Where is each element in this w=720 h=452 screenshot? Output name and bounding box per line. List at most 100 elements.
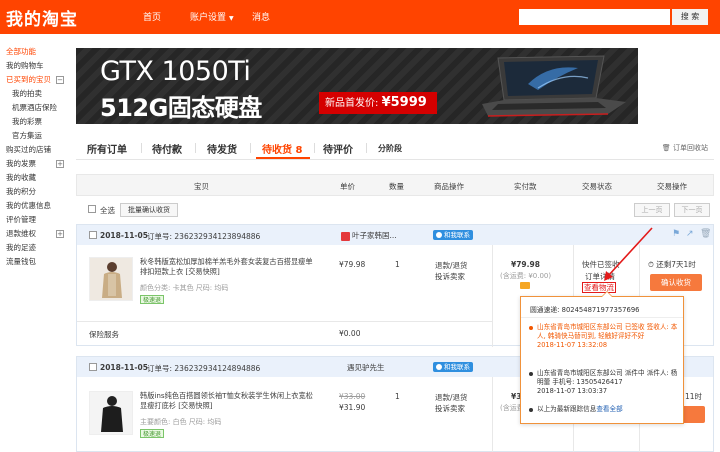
trash-icon: 🗑 [661,144,671,152]
col-price: 单价 [340,182,355,191]
batch-bar: 全选 批量确认收货 上一页 下一页 [76,202,714,218]
sidebar-item-label: 评价管理 [6,215,36,224]
popup-divider [521,317,683,318]
popup-pointer-inner [602,292,612,297]
search-input[interactable] [519,9,670,25]
sidebar-item[interactable]: 评价管理 [0,213,70,227]
tab-all-orders[interactable]: 所有订单 [87,141,127,156]
select-all-label: 全选 [100,206,115,215]
sidebar-item[interactable]: 我的购物车 [0,59,70,73]
card-icon [520,282,530,289]
select-all-checkbox[interactable] [88,205,96,213]
sidebar-item[interactable]: 流量钱包 [0,255,70,269]
timeline-dot-icon [529,408,533,412]
unit-price: ¥31.90 [339,403,366,412]
tracking-event-text: 山东省青岛市城阳区东部公司 已签收 签收人: 本人, 韩骑快马替司到, 轻触好评… [537,323,678,340]
sidebar-item[interactable]: 我的积分 [0,185,70,199]
refund-link[interactable]: 退款/退货 [435,260,468,271]
sidebar-item-label: 机票酒店保险 [12,103,57,112]
tracking-event: 山东省青岛市城阳区东部公司 派件中 派件人: 杨明蕾 手机号: 13505426… [529,369,679,396]
col-ops: 商品操作 [434,182,464,191]
order-checkbox[interactable] [89,363,97,371]
tab-to-review[interactable]: 待评价 [323,141,353,156]
contact-label: 和我联系 [444,231,470,239]
product-title-link[interactable]: 韩版ins纯色百搭圆领长袖T恤女秋装学生休闲上衣宽松显瘦打底衫 [交易快照] [140,391,316,411]
product-thumbnail[interactable] [89,391,133,435]
promo-banner[interactable]: GTX 1050Ti 512G固态硬盘 新品首发价: ¥5999 [76,48,638,124]
tracking-event-time: 2018-11-07 13:03:37 [537,387,608,395]
order-checkbox[interactable] [89,231,97,239]
sidebar-item-label: 购买过的店铺 [6,145,51,154]
tracking-event: 以上为最新跟踪信息查看全部 [529,405,679,414]
tracking-event-time: 2018-11-07 13:32:08 [537,341,608,349]
sidebar-item-label: 流量钱包 [6,257,36,266]
collapse-icon[interactable]: − [56,76,64,84]
sidebar-item[interactable]: 全部功能 [0,45,70,59]
sidebar-item[interactable]: 我的优惠信息 [0,199,70,213]
active-tab-underline [256,157,310,159]
sidebar-item[interactable]: 购买过的店铺 [0,143,70,157]
paid-amount: ¥79.98 [511,260,540,269]
tab-installment[interactable]: 分阶段 [378,143,402,154]
sidebar-item[interactable]: 机票酒店保险 [0,101,70,115]
batch-confirm-button[interactable]: 批量确认收货 [120,203,178,217]
sidebar-item-label: 我的彩票 [12,117,42,126]
quantity: 1 [395,260,400,269]
sidebar-item-label: 我的优惠信息 [6,201,51,210]
sidebar-item-label: 已买到的宝贝 [6,75,51,84]
shipping-fee: (含运费: ¥0.00) [500,272,552,280]
sidebar-item[interactable]: 我的发票 + [0,157,70,171]
shop-link[interactable]: 叶子家韩国... [341,230,397,241]
contact-seller-button[interactable]: 和我联系 [433,362,473,372]
sidebar-item-label: 退款维权 [6,229,36,238]
sidebar-item[interactable]: 已买到的宝贝 − [0,73,70,87]
order-tabs: 所有订单 待付款 待发货 待收货 8 待评价 分阶段 🗑 订单回收站 [76,133,714,160]
brand-logo[interactable]: 我的淘宝 [6,5,78,30]
unit-price: ¥79.98 [339,260,366,269]
recycle-bin-link[interactable]: 🗑 订单回收站 [662,143,708,153]
delete-icon[interactable]: 🗑 [700,229,711,239]
tracking-footer: 以上为最新跟踪信息查看全部 [537,405,679,414]
fast-refund-badge: 极速退 [140,429,165,438]
sidebar-item[interactable]: 我的彩票 [0,115,70,129]
sidebar-item-label: 我的收藏 [6,173,36,182]
share-icon[interactable]: ↗ [686,229,694,239]
search-button[interactable]: 搜 索 [672,9,708,25]
col-status: 交易状态 [582,182,612,191]
order-date: 2018-11-05 [100,363,148,372]
nav-messages[interactable]: 消息 [252,10,270,23]
sidebar-item[interactable]: 我的足迹 [0,241,70,255]
original-price: ¥33.00 [339,392,366,401]
contact-seller-button[interactable]: 和我联系 [433,230,473,240]
expand-icon[interactable]: + [56,230,64,238]
sidebar-item[interactable]: 官方集运 [0,129,70,143]
wangwang-badge: 和我联系 [433,230,473,240]
expand-icon[interactable]: + [56,160,64,168]
refund-link[interactable]: 退款/退货 [435,392,468,403]
sidebar-item-label: 全部功能 [6,47,36,56]
tab-to-ship[interactable]: 待发货 [207,141,237,156]
sidebar-item[interactable]: 我的拍卖 [0,87,70,101]
prev-page-button[interactable]: 上一页 [634,203,670,217]
complain-link[interactable]: 投诉卖家 [435,403,465,414]
product-thumbnail[interactable] [89,257,133,301]
nav-settings[interactable]: 账户设置 ▼ [190,10,234,23]
view-all-link[interactable]: 查看全部 [596,405,622,413]
next-page-button[interactable]: 下一页 [674,203,710,217]
tab-to-pay[interactable]: 待付款 [152,141,182,156]
order-date: 2018-11-05 [100,231,148,240]
shop-name[interactable]: 遇见驴先生 [347,362,385,373]
complain-link[interactable]: 投诉卖家 [435,271,465,282]
nav-home[interactable]: 首页 [143,10,161,23]
flag-icon[interactable]: ⚑ [672,229,680,239]
sidebar-item[interactable]: 退款维权 + [0,227,70,241]
laptop-image [482,55,626,117]
tab-divider [195,143,196,153]
order-number: 订单号: 236232934123894886 [147,232,261,241]
banner-line2: 512G固态硬盘 [100,94,262,122]
sidebar-item[interactable]: 我的收藏 [0,171,70,185]
chat-icon [436,232,442,238]
sidebar-item-label: 我的拍卖 [12,89,42,98]
tab-to-receive[interactable]: 待收货 8 [262,141,302,156]
product-title-link[interactable]: 秋冬韩版宽松加厚加棉羊羔毛外套女装复古百搭显瘦单排扣短款上衣 [交易快照] [140,257,316,277]
